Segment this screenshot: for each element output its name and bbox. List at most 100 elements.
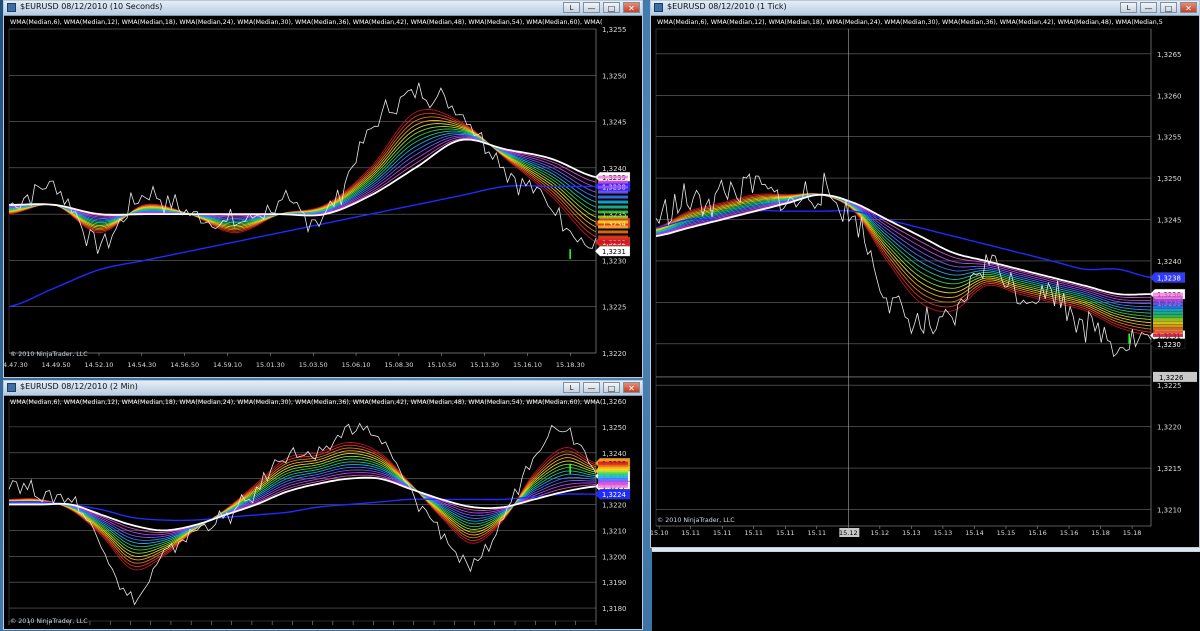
x-tick-label: 14.52.10 <box>85 361 114 369</box>
y-tick-label: 1,3260 <box>1157 92 1182 100</box>
price-chart[interactable]: 1,32601,32501,32401,32301,32201,32101,32… <box>4 381 643 630</box>
x-tick-label: 14.59.10 <box>213 361 242 369</box>
ma-end-marker <box>598 215 628 219</box>
price-tag-label: 1,3231 <box>602 248 626 256</box>
ma-end-marker <box>598 210 628 214</box>
price-tag: 1,3231 <box>594 246 631 257</box>
x-tick-label: 15.11 <box>744 529 763 537</box>
ma-end-marker <box>1153 305 1183 309</box>
x-tick-label: 15.12 <box>839 529 858 537</box>
ma-end-marker <box>598 185 628 189</box>
x-tick-label: 15.08.30 <box>384 361 413 369</box>
ma-end-marker <box>1153 308 1183 312</box>
x-tick-label: 15.11 <box>807 529 826 537</box>
x-tick-label: 15.13 <box>902 529 921 537</box>
y-tick-label: 1,3220 <box>1157 424 1182 432</box>
y-tick-label: 1,3215 <box>1157 465 1182 473</box>
ma-end-marker <box>1153 333 1183 337</box>
ma-end-marker <box>598 235 628 239</box>
ma-end-marker <box>598 195 628 199</box>
ma-end-marker <box>1153 292 1183 296</box>
y-tick-label: 1,3220 <box>602 350 627 358</box>
x-tick-label: 15.11 <box>713 529 732 537</box>
y-tick-label: 1,3265 <box>1157 51 1182 59</box>
price-chart[interactable]: 1,3265 1,3260 1,3255 1,3250 1,3245 1,3240 1,32… <box>651 1 1200 548</box>
y-tick-label: 1,3230 <box>602 257 627 265</box>
x-tick-label: 15.01.30 <box>256 361 285 369</box>
ma-end-marker <box>1153 298 1183 302</box>
ma-end-marker <box>598 180 628 184</box>
x-tick-label: 15.16 <box>1060 529 1079 537</box>
y-tick-label: 1,3240 <box>1157 258 1182 266</box>
x-tick-label: 15.18 <box>1091 529 1110 537</box>
ma-end-marker <box>1153 311 1183 315</box>
copyright-label: © 2010 NinjaTrader, LLC <box>10 351 88 358</box>
ma-end-marker <box>1153 324 1183 328</box>
price-tag: 1,3224 <box>594 489 631 500</box>
ma-end-marker <box>598 240 628 244</box>
y-tick-label: 1,3200 <box>602 553 627 561</box>
x-tick-label: 15.11 <box>776 529 795 537</box>
copyright-label: © 2010 NinjaTrader, LLC <box>10 618 88 625</box>
y-tick-label: 1,3245 <box>1157 217 1182 225</box>
x-tick-label: 15.16.10 <box>513 361 542 369</box>
y-tick-label: 1,3245 <box>602 119 627 127</box>
ma-end-marker <box>598 484 628 488</box>
x-tick-label: 14.49.50 <box>42 361 71 369</box>
ma-end-marker <box>598 205 628 209</box>
y-tick-label: 1,3260 <box>602 398 627 406</box>
x-tick-label: 15.18 <box>1123 529 1142 537</box>
y-tick-label: 1,3240 <box>602 165 627 173</box>
x-tick-label: 15.03.50 <box>299 361 328 369</box>
y-tick-label: 1,3225 <box>602 304 627 312</box>
y-tick-label: 1,3190 <box>602 579 627 587</box>
y-tick-label: 1,3210 <box>602 527 627 535</box>
crosshair-price-label: 1,3226 <box>1159 374 1184 382</box>
ma-end-marker <box>1153 302 1183 306</box>
chart-window-1-tick[interactable]: $EURUSD 08/12/2010 (1 Tick) L — □ ✕ 1,32… <box>650 0 1200 548</box>
ma-end-marker <box>598 225 628 229</box>
y-tick-label: 1,3250 <box>602 72 627 80</box>
price-tag: 1,3238 <box>1149 272 1186 283</box>
x-tick-label: 15.10.50 <box>427 361 456 369</box>
x-tick-label: 15.14 <box>965 529 984 537</box>
price-tag-label: 1,3224 <box>602 491 626 499</box>
y-tick-label: 1,3240 <box>602 450 627 458</box>
ma-end-marker <box>598 230 628 234</box>
x-tick-label: 15.10 <box>651 529 668 537</box>
x-tick-label: 14.47.30 <box>4 361 28 369</box>
x-tick-label: 15.16 <box>1028 529 1047 537</box>
empty-panel <box>652 551 1200 631</box>
indicator-list: WMA(Median,6), WMA(Median,12), WMA(Media… <box>10 399 603 406</box>
y-tick-label: 1,3225 <box>1157 382 1182 390</box>
y-tick-label: 1,3250 <box>602 424 627 432</box>
ma-end-marker <box>1153 330 1183 334</box>
x-tick-label: 15.13.30 <box>470 361 499 369</box>
ma-end-marker <box>1153 295 1183 299</box>
ma-end-marker <box>1153 321 1183 325</box>
plot-area <box>8 28 597 354</box>
ma-end-marker <box>1153 314 1183 318</box>
copyright-label: © 2010 NinjaTrader, LLC <box>657 517 735 524</box>
chart-window-2-min[interactable]: $EURUSD 08/12/2010 (2 Min) L — □ ✕ 1,326… <box>3 380 643 630</box>
y-tick-label: 1,3220 <box>602 502 627 510</box>
x-tick-label: 15.18.30 <box>556 361 585 369</box>
y-tick-label: 1,3180 <box>602 605 627 613</box>
ma-end-marker <box>598 200 628 204</box>
indicator-list: WMA(Median,6), WMA(Median,12), WMA(Media… <box>10 19 603 26</box>
indicator-list: WMA(Median,6), WMA(Median,12), WMA(Media… <box>657 19 1163 26</box>
y-tick-label: 1,3255 <box>1157 134 1182 142</box>
chart-window-10-seconds[interactable]: $EURUSD 08/12/2010 (10 Seconds) L — □ ✕ … <box>3 0 643 378</box>
x-tick-label: 15.06.10 <box>342 361 371 369</box>
price-tag-label: 1,3238 <box>1157 275 1181 283</box>
x-tick-label: 15.13 <box>934 529 953 537</box>
y-tick-label: 1,3255 <box>602 26 627 34</box>
x-tick-label: 15.11 <box>681 529 700 537</box>
price-chart[interactable]: 1,32551,32501,32451,32401,32351,32301,32… <box>4 1 643 378</box>
x-tick-label: 14.54.30 <box>127 361 156 369</box>
ma-end-marker <box>598 190 628 194</box>
x-tick-label: 15.15 <box>997 529 1016 537</box>
ma-end-marker <box>1153 318 1183 322</box>
y-tick-label: 1,3210 <box>1157 506 1182 514</box>
ma-end-marker <box>1153 327 1183 331</box>
